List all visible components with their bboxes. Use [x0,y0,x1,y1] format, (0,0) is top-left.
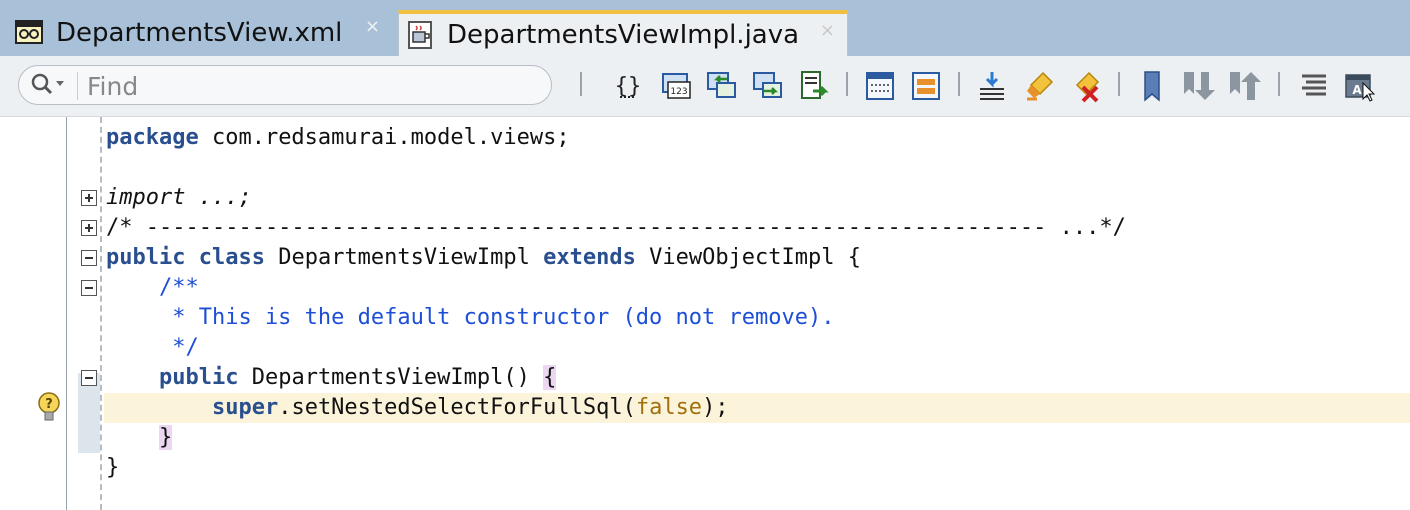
previous-edit-button[interactable] [704,68,740,104]
goto-source-button[interactable] [796,68,832,104]
code-text: ViewObjectImpl { [635,245,862,270]
code-line-6: /** [106,273,199,303]
toggle-bookmark-button[interactable] [1134,68,1170,104]
tab-label: DepartmentsView.xml [56,18,343,48]
toolbar-separator [1118,72,1120,96]
code-assist-button[interactable]: A [1342,68,1378,104]
editor-toolbar: {} 123 [0,56,1410,117]
next-edit-icon [753,72,782,98]
collapse-javadoc-button[interactable] [81,280,97,296]
code-line-10: super.setNestedSelectForFullSql(false); [106,393,729,423]
collapse-constructor-button[interactable] [81,370,97,386]
highlight-icon [1027,71,1054,101]
code-text: .setNestedSelectForFullSql( [278,395,636,420]
collapsed-comment: /* -------------------------------------… [106,215,1126,240]
code-line-7: * This is the default constructor (do no… [106,303,834,333]
previous-bookmark-icon [1230,72,1261,100]
expand-header-comment-button[interactable] [81,220,97,236]
javadoc-text: * This is the default constructor (do no… [106,305,835,330]
code-line-12: } [106,453,119,483]
keyword: class [198,245,265,270]
class-name: DepartmentsViewImpl [264,245,544,270]
find-input[interactable] [85,68,539,104]
next-bookmark-icon [1184,72,1215,100]
toggle-comment-icon [866,72,894,100]
svg-text:123: 123 [670,87,687,97]
code-text: com.redsamurai.model.views; [198,125,570,150]
next-bookmark-button[interactable] [1180,68,1216,104]
find-box [18,65,552,105]
literal: false [635,395,703,420]
tab-departmentsviewimpl-java[interactable]: DepartmentsViewImpl.java × [398,10,848,56]
keyword: extends [543,245,636,270]
code-editor[interactable]: ? package com.redsamurai.model.views; im… [0,117,1410,510]
goto-source-icon [801,71,829,99]
code-line-8: */ [106,333,199,363]
outline-icon [1302,74,1326,96]
javadoc-text: /** [106,275,199,300]
code-text: DepartmentsViewImpl() [238,365,544,390]
svg-text:A: A [1352,83,1362,97]
keyword: package [106,125,199,150]
keyword: public [158,365,239,390]
xml-file-icon [15,20,43,44]
toolbar-separator [958,72,960,96]
keyword: public [106,245,186,270]
collapsed-imports: import ...; [106,185,252,210]
javadoc-text: */ [106,335,199,360]
matching-brace: { [543,365,557,390]
close-tab-button[interactable]: × [365,16,380,37]
clear-highlight-button[interactable] [1068,68,1104,104]
highlight-button[interactable] [1022,68,1058,104]
reformat-button[interactable] [908,68,944,104]
code-line-4: /* -------------------------------------… [106,213,1126,243]
find-divider [77,72,78,100]
previous-bookmark-button[interactable] [1226,68,1262,104]
code-template-icon: {} [615,74,642,99]
toggle-bookmark-icon [1144,71,1160,102]
code-line-3: import ...; [106,183,252,213]
right-margin-guide [100,117,102,510]
toolbar-separator [1278,72,1280,96]
previous-edit-icon [707,72,736,98]
tab-label: DepartmentsViewImpl.java [447,20,800,50]
code-line-5: public class DepartmentsViewImpl extends… [106,243,861,273]
svg-text:{}: {} [615,74,642,99]
search-icon[interactable] [29,72,73,98]
show-imports-icon [980,72,1004,100]
code-text: ); [702,395,729,420]
keyword: super [211,395,279,420]
reformat-icon [912,72,940,100]
toggle-comment-button[interactable] [862,68,898,104]
collapse-class-button[interactable] [81,250,97,266]
editor-tab-bar: DepartmentsView.xml × DepartmentsViewImp… [0,0,1410,56]
close-tab-button[interactable]: × [820,20,835,41]
code-template-button[interactable]: {} [610,68,646,104]
next-edit-button[interactable] [750,68,786,104]
code-assist-icon: A [1345,74,1376,102]
gutter-border [66,117,67,510]
lightbulb-hint-icon[interactable]: ? [36,391,62,423]
toolbar-separator [846,72,848,96]
svg-text:?: ? [45,397,53,412]
code-line-11: } [106,423,173,453]
outline-button[interactable] [1296,68,1332,104]
clear-highlight-icon [1075,71,1100,103]
tab-departmentsview-xml[interactable]: DepartmentsView.xml × [8,10,392,56]
code-text: } [106,455,120,480]
code-line-1: package com.redsamurai.model.views; [106,123,570,153]
toolbar-separator [580,72,582,96]
expand-imports-button[interactable] [81,190,97,206]
show-imports-button[interactable] [974,68,1010,104]
code-line-9: public DepartmentsViewImpl() { [106,363,557,393]
matching-brace: } [158,425,173,450]
java-file-icon [408,21,432,49]
goto-line-button[interactable]: 123 [658,68,694,104]
goto-line-icon: 123 [662,73,691,99]
